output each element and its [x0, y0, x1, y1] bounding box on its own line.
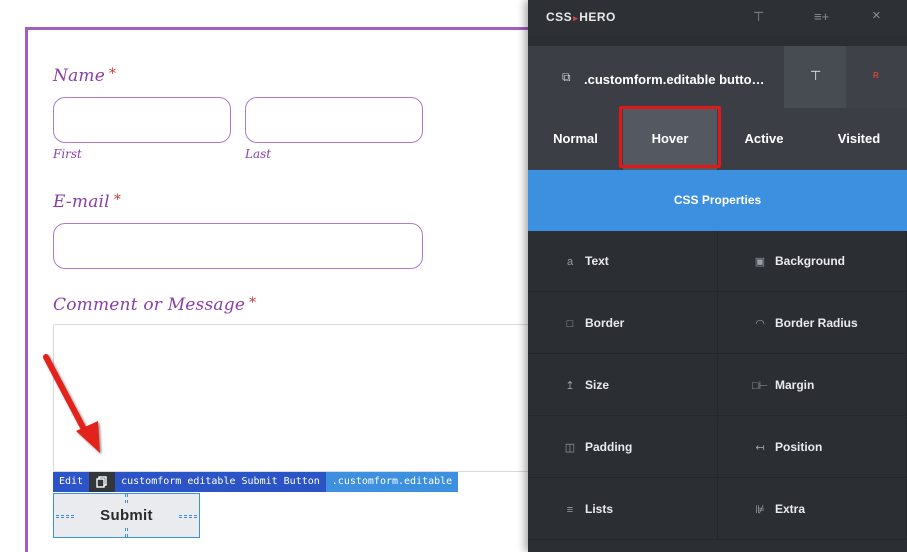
padding-indicator — [125, 528, 128, 537]
email-label: E-mail * — [53, 192, 122, 212]
reset-button[interactable]: R — [846, 46, 907, 108]
prop-border-radius[interactable]: ◠ Border Radius — [718, 293, 907, 354]
required-mark: * — [113, 192, 122, 208]
css-properties-header: CSS Properties — [528, 170, 907, 231]
hover-tab-highlight — [619, 106, 721, 168]
prop-size[interactable]: ↥ Size — [528, 355, 718, 416]
edit-button[interactable]: Edit — [53, 472, 90, 492]
submit-label: Submit — [100, 507, 153, 524]
reset-label: R — [873, 71, 879, 80]
current-selector[interactable]: .customform.editable butto… — [584, 72, 809, 87]
required-mark: * — [249, 295, 257, 311]
selector-row: ⧉ .customform.editable butto… ⊤ R — [528, 46, 907, 108]
email-input[interactable] — [53, 223, 423, 269]
prop-padding[interactable]: ◫ Padding — [528, 417, 718, 478]
tab-active[interactable]: Active — [717, 108, 811, 170]
prop-position[interactable]: ↤ Position — [718, 417, 907, 478]
required-mark: * — [109, 66, 117, 82]
prop-margin[interactable]: □⊢ Margin — [718, 355, 907, 416]
padding-indicator — [56, 515, 74, 518]
prop-background[interactable]: ▣ Background — [718, 231, 907, 292]
properties-grid: a Text ▣ Background □ Border ◠ Border Radius… — [528, 231, 907, 552]
first-sublabel: First — [53, 147, 82, 161]
padding-indicator — [125, 494, 128, 503]
position-icon: ↤ — [755, 442, 765, 454]
pick-element-button[interactable]: ⊤ — [784, 46, 846, 108]
background-icon: ▣ — [754, 256, 766, 268]
tab-visited[interactable]: Visited — [811, 108, 907, 170]
extra-icon: ⊯ — [755, 504, 765, 516]
annotation-arrow-icon — [43, 354, 100, 453]
panel-header: CSS▸HERO ⊤ ≡+ × — [528, 0, 907, 36]
comment-label: Comment or Message * — [53, 295, 257, 315]
name-label: Name * — [53, 66, 117, 86]
last-name-input[interactable] — [245, 97, 423, 143]
lists-icon: ≡ — [566, 504, 574, 516]
tab-normal[interactable]: Normal — [528, 108, 623, 170]
prop-extra[interactable]: ⊯ Extra — [718, 479, 907, 540]
element-class[interactable]: .customform.editable — [325, 472, 458, 492]
menu-add-icon[interactable]: ≡+ — [814, 9, 829, 24]
padding-icon: ◫ — [564, 442, 576, 454]
prop-text[interactable]: a Text — [528, 231, 718, 292]
prop-lists[interactable]: ≡ Lists — [528, 479, 718, 540]
pin-icon[interactable]: ⊤ — [753, 9, 764, 25]
margin-icon: □⊢ — [752, 380, 769, 392]
size-icon: ↥ — [565, 380, 575, 392]
copy-icon[interactable] — [89, 472, 116, 492]
last-sublabel: Last — [245, 147, 272, 161]
comment-textarea[interactable] — [53, 324, 533, 472]
close-icon[interactable]: × — [872, 7, 881, 24]
submit-button[interactable]: Submit — [53, 493, 200, 538]
prop-border[interactable]: □ Border — [528, 293, 718, 354]
first-name-input[interactable] — [53, 97, 231, 143]
border-icon: □ — [566, 318, 574, 330]
element-path[interactable]: customform editable Submit Button — [115, 472, 326, 492]
css-hero-panel: CSS▸HERO ⊤ ≡+ × ⧉ .customform.editable b… — [528, 0, 907, 552]
padding-indicator — [179, 515, 197, 518]
border-radius-icon: ◠ — [755, 318, 765, 330]
element-edit-bar: Edit customform editable Submit Button .… — [53, 472, 458, 492]
external-link-icon[interactable]: ⧉ — [562, 70, 571, 85]
text-icon: a — [566, 256, 574, 268]
brand-logo: CSS▸HERO — [546, 10, 616, 24]
pin-icon: ⊤ — [810, 68, 822, 83]
